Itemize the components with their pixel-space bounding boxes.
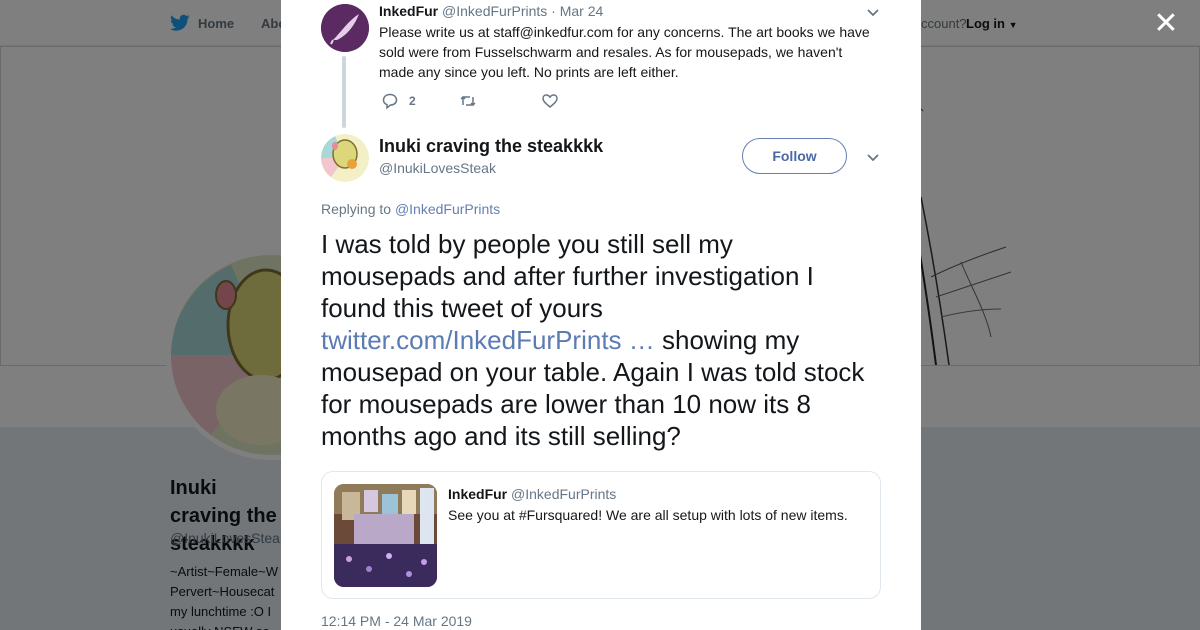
parent-tweet-chevron-down-icon[interactable]	[865, 4, 881, 20]
quoted-tweet-card[interactable]: InkedFur @InkedFurPrints See you at #Fur…	[321, 471, 881, 599]
follow-button[interactable]: Follow	[742, 138, 847, 174]
like-action[interactable]	[541, 92, 581, 110]
parent-tweet-header: InkedFur @InkedFurPrints · Mar 24	[379, 3, 603, 19]
parent-author-name[interactable]: InkedFur	[379, 3, 438, 19]
parent-tweet-date[interactable]: · Mar 24	[551, 3, 603, 19]
main-tweet-timestamp[interactable]: 12:14 PM - 24 Mar 2019	[321, 613, 472, 629]
inuki-avatar-image	[321, 134, 369, 182]
tweet-permalink-modal: InkedFur @InkedFurPrints · Mar 24 Please…	[281, 0, 921, 630]
quoted-tweet-text: See you at #Fursquared! We are all setup…	[448, 507, 848, 523]
quoted-author-name: InkedFur	[448, 486, 508, 502]
main-tweet-chevron-down-icon[interactable]	[865, 149, 881, 165]
quoted-tweet-image[interactable]	[334, 484, 437, 587]
convention-table-photo	[334, 484, 437, 587]
thread-connector-line	[342, 56, 346, 128]
reply-icon	[382, 93, 398, 110]
reply-action[interactable]: 2	[381, 92, 459, 110]
inkedfur-avatar[interactable]	[321, 4, 369, 52]
replying-to-line: Replying to @InkedFurPrints	[321, 201, 500, 217]
main-tweet-link[interactable]: twitter.com/InkedFurPrints …	[321, 325, 655, 355]
retweet-action[interactable]	[459, 92, 541, 110]
main-author-name[interactable]: Inuki craving the steakkkk	[379, 136, 603, 157]
reply-count: 2	[409, 94, 416, 108]
parent-author-handle[interactable]: @InkedFurPrints	[442, 3, 547, 19]
parent-tweet-actions: 2	[381, 92, 581, 110]
main-tweet-text-part1: I was told by people you still sell my m…	[321, 229, 814, 323]
parent-tweet-text: Please write us at staff@inkedfur.com fo…	[379, 24, 870, 80]
close-modal-button[interactable]: ✕	[1150, 8, 1182, 40]
quoted-tweet-header: InkedFur @InkedFurPrints	[448, 486, 616, 502]
main-author-handle[interactable]: @InukiLovesSteak	[379, 160, 496, 176]
retweet-icon	[460, 95, 476, 107]
heart-icon	[542, 94, 558, 108]
quoted-author-handle: @InkedFurPrints	[511, 486, 617, 502]
quill-logo-icon	[321, 4, 369, 52]
main-tweet-text: I was told by people you still sell my m…	[321, 228, 871, 452]
replying-to-link[interactable]: @InkedFurPrints	[395, 201, 500, 217]
replying-to-prefix: Replying to	[321, 201, 392, 217]
inuki-avatar[interactable]	[321, 134, 369, 182]
